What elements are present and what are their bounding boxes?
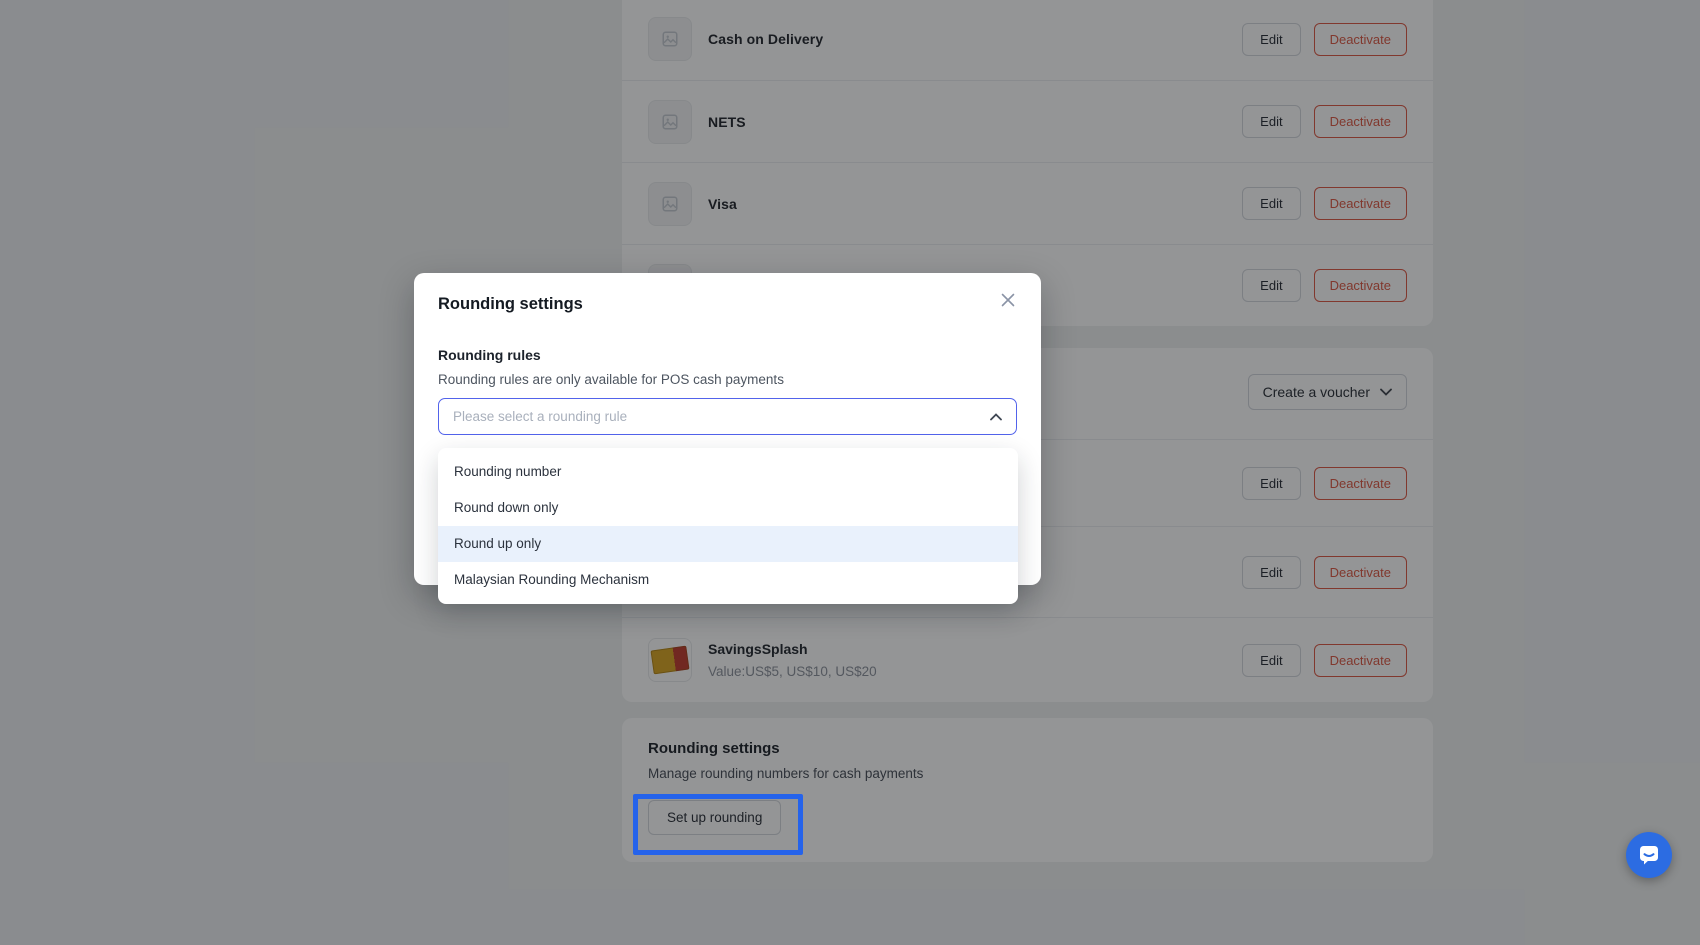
rounding-rules-description: Rounding rules are only available for PO… <box>438 372 784 387</box>
close-icon <box>1000 292 1016 308</box>
rounding-settings-modal: Rounding settings Rounding rules Roundin… <box>414 273 1041 604</box>
dropdown-option[interactable]: Rounding number <box>438 454 1018 490</box>
select-placeholder: Please select a rounding rule <box>453 409 628 424</box>
rounding-rule-select[interactable]: Please select a rounding rule <box>438 398 1017 435</box>
dropdown-option[interactable]: Malaysian Rounding Mechanism <box>438 562 1018 598</box>
chat-launcher-button[interactable] <box>1626 832 1672 878</box>
setup-rounding-highlight-box <box>633 794 803 855</box>
close-button[interactable] <box>999 291 1017 309</box>
rounding-rules-label: Rounding rules <box>438 347 541 363</box>
dropdown-option[interactable]: Round up only <box>438 526 1018 562</box>
screen: Cash on Delivery Edit Deactivate NETS Ed… <box>0 0 1700 945</box>
modal-title: Rounding settings <box>438 295 583 313</box>
rounding-rule-dropdown: Rounding number Round down only Round up… <box>438 448 1018 604</box>
dropdown-option[interactable]: Round down only <box>438 490 1018 526</box>
chat-icon <box>1637 843 1661 867</box>
chevron-up-icon <box>990 412 1002 421</box>
